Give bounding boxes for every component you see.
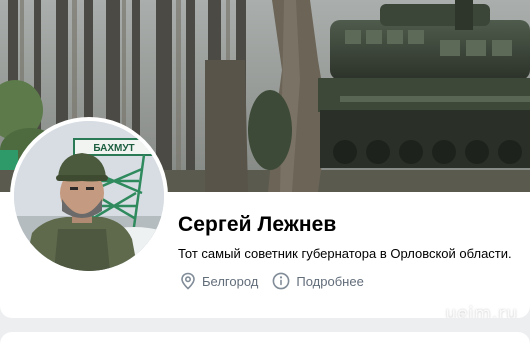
profile-meta: Белгород Подробнее	[180, 270, 364, 292]
profile-name: Сергей Лежнев	[178, 213, 337, 236]
info-circle-icon	[272, 272, 290, 290]
location-pin-icon	[181, 272, 195, 290]
profile-card: БАХМУТ Сергей Лежнев Тот самый советник …	[0, 0, 530, 318]
location-label: Белгород	[202, 273, 259, 289]
avatar-sign-text: БАХМУТ	[93, 143, 134, 154]
tank-silhouette	[318, 0, 530, 168]
details-label: Подробнее	[296, 273, 364, 289]
avatar-photo: БАХМУТ	[14, 121, 164, 271]
next-card-edge	[0, 332, 530, 344]
location-link[interactable]: Белгород	[180, 272, 258, 290]
profile-status: Тот самый советник губернатора в Орловск…	[178, 246, 512, 261]
avatar[interactable]: БАХМУТ	[10, 117, 168, 275]
watermark: ueim.ru	[445, 304, 518, 318]
avatar-image: БАХМУТ	[14, 121, 164, 271]
details-link[interactable]: Подробнее	[272, 272, 364, 290]
